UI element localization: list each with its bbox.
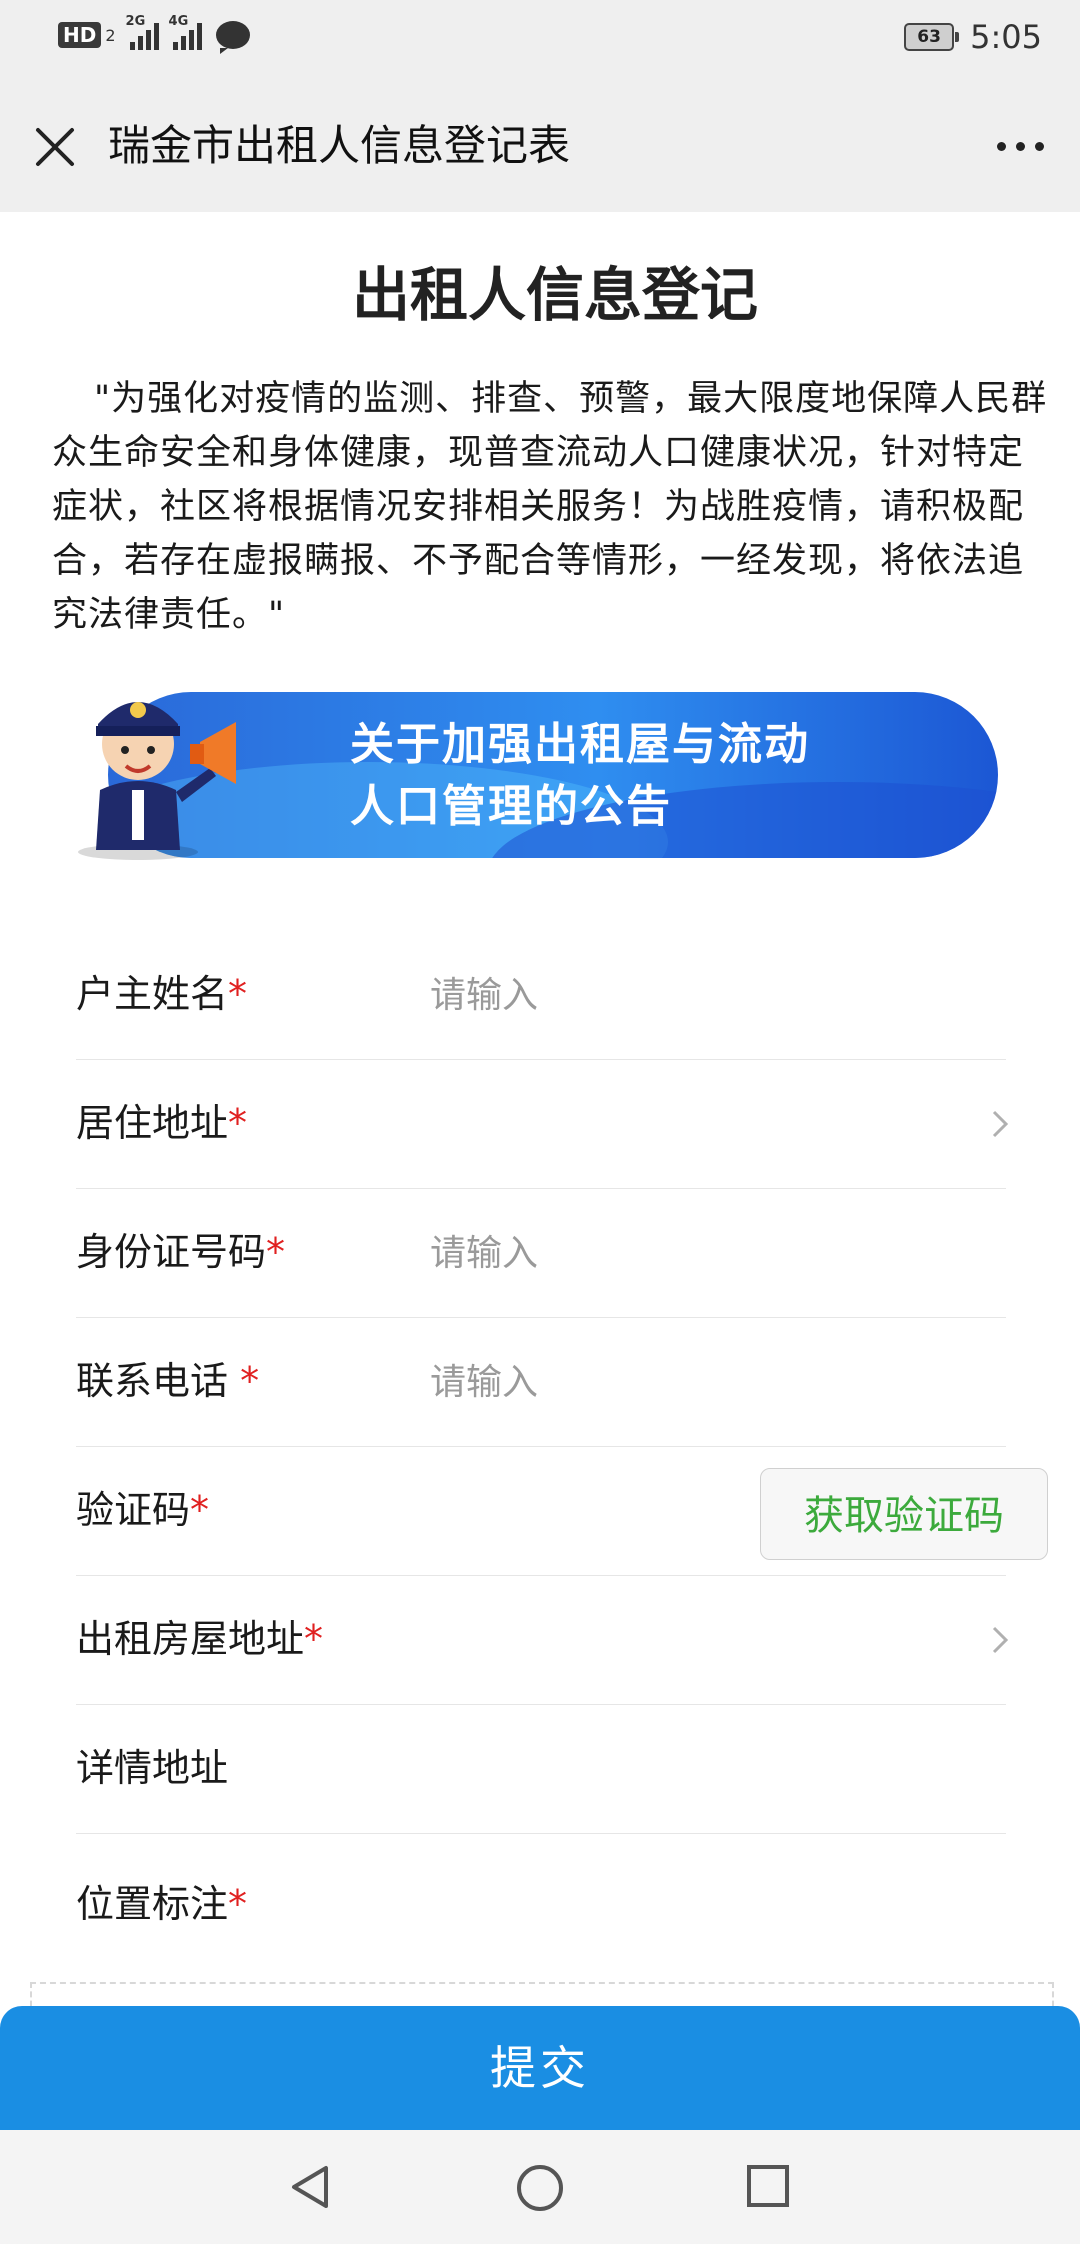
form-row-location-marker: 位置标注* [76,1840,1006,1969]
detail-address-input[interactable] [428,1740,952,1798]
field-label: 出租房屋地址* [76,1617,324,1661]
recent-apps-icon[interactable] [744,2162,792,2210]
form-row-residence-address[interactable]: 居住地址* [76,1059,1009,1189]
verification-code-input[interactable] [428,1482,732,1540]
police-mascot-icon [78,702,236,860]
more-icon[interactable] [997,142,1044,151]
form-row-detail-address: 详情地址 [76,1704,1006,1834]
page-title: 瑞金市出租人信息登记表 [108,121,571,170]
owner-name-input[interactable] [428,966,952,1024]
submit-button[interactable]: 提交 [0,2006,1080,2130]
clock: 5:05 [970,18,1042,56]
hd-badge: HD [58,22,102,48]
intro-text: "为强化对疫情的监测、排查、预警，最大限度地保障人民群众生命安全和身体健康，现普… [52,379,1048,635]
home-icon[interactable] [514,2162,566,2214]
chevron-right-icon [992,1626,1009,1654]
battery-icon: 63 [904,23,960,51]
banner-line-2: 人口管理的公告 [350,781,672,832]
signal-gen-label: 2G [125,14,146,29]
back-icon[interactable] [286,2162,336,2212]
form-heading: 出租人信息登记 [351,261,758,329]
get-verification-code-button[interactable]: 获取验证码 [760,1468,1048,1560]
status-right: 63 5:05 [904,18,1042,56]
field-label: 居住地址* [76,1101,248,1145]
field-label: 验证码* [76,1488,210,1532]
message-icon [215,21,250,54]
field-label: 身份证号码* [76,1230,286,1274]
field-label: 户主姓名* [76,972,248,1016]
field-label: 详情地址 [76,1746,229,1790]
form-row-phone: 联系电话 * [76,1317,1006,1447]
field-label: 联系电话 * [76,1359,260,1403]
system-nav-bar [0,2130,1080,2244]
hd-sub: 2 [105,25,116,45]
close-icon[interactable] [30,122,80,172]
status-left: HD 2 2G 4G [58,14,250,54]
banner-text: 关于加强出租屋与流动 人口管理的公告 [350,714,810,838]
id-number-input[interactable] [428,1224,952,1282]
phone-input[interactable] [428,1353,952,1411]
announcement-banner[interactable]: 关于加强出租屋与流动 人口管理的公告 [108,692,998,858]
form-row-owner-name: 户主姓名* [76,930,1006,1060]
title-bar: 瑞金市出租人信息登记表 [0,80,1080,212]
form-row-rental-address[interactable]: 出租房屋地址* [76,1575,1009,1705]
signal-icon: 2G [126,14,159,50]
signal-gen-label: 4G [168,14,189,29]
status-bar: HD 2 2G 4G 63 5:05 [0,0,1080,80]
form-row-id-number: 身份证号码* [76,1188,1006,1318]
chevron-right-icon [992,1110,1009,1138]
field-label: 位置标注* [76,1882,248,1926]
banner-line-1: 关于加强出租屋与流动 [350,719,810,770]
signal-icon: 4G [169,14,202,50]
